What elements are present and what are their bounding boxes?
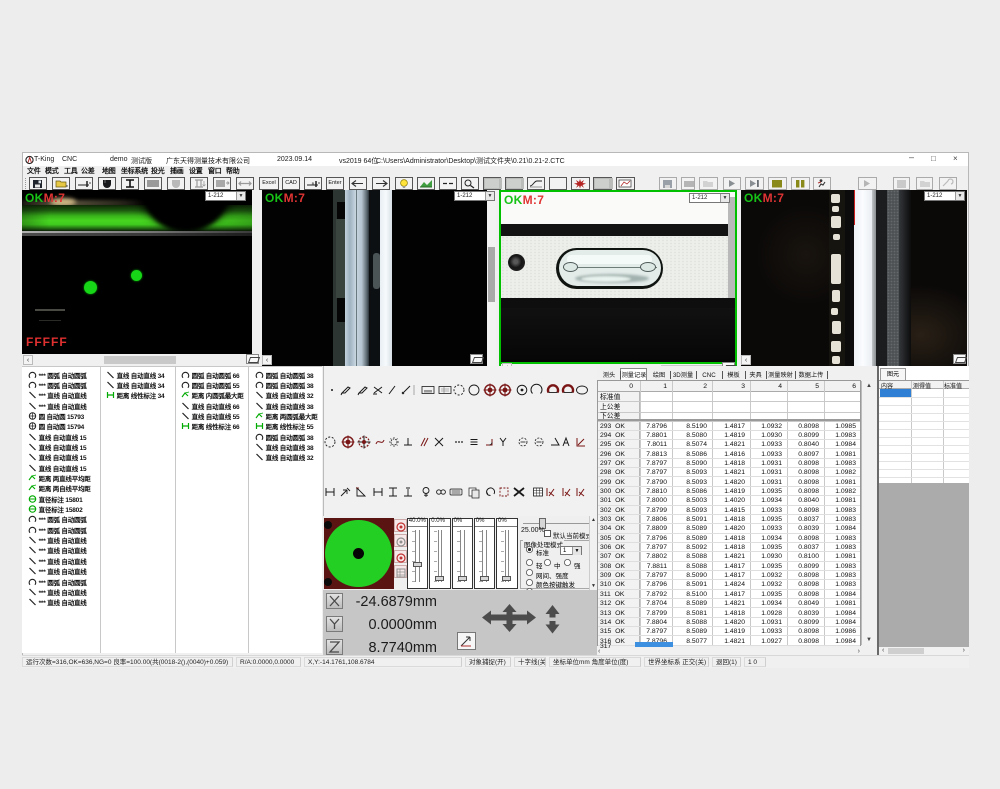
svg-text:....: ....: [897, 184, 901, 189]
